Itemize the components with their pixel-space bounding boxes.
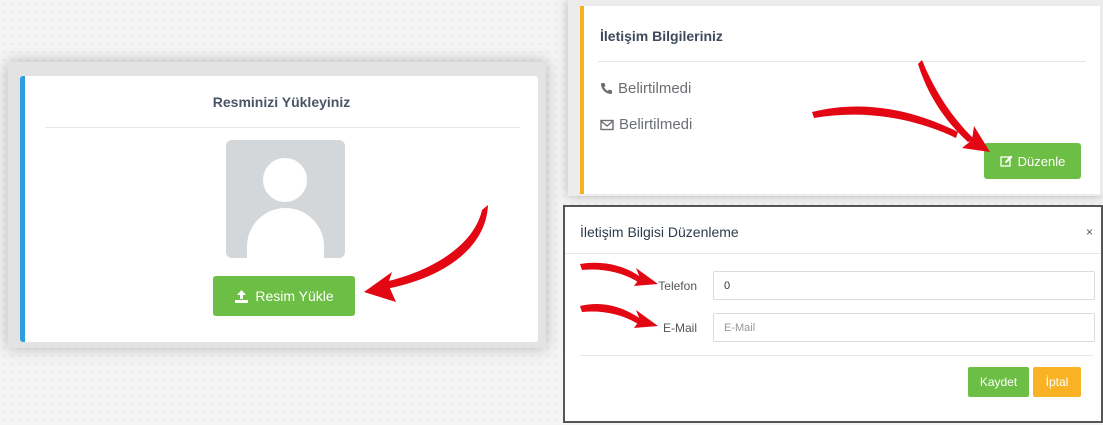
arrow-to-upload-icon — [364, 60, 990, 328]
